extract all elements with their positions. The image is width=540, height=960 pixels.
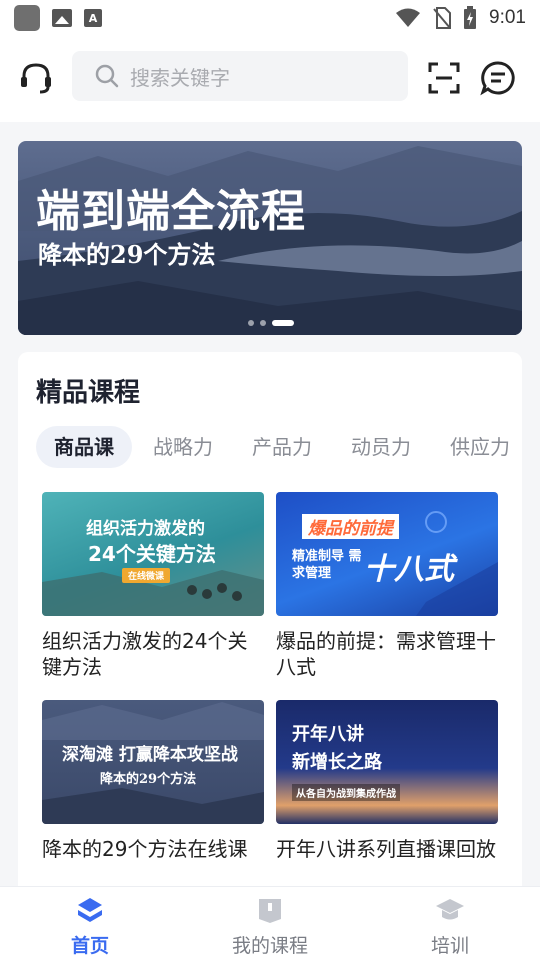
thumb-line2: 精准制导 需求管理 (292, 549, 362, 581)
search-placeholder: 搜索关键字 (130, 65, 230, 90)
home-icon (78, 898, 102, 922)
font-notification-icon: A (84, 9, 102, 27)
pagination-dot[interactable] (248, 320, 254, 326)
thumb-line2: 新增长之路 (292, 752, 382, 773)
thumb-line1: 开年八讲 (292, 724, 364, 745)
thumb-line1: 爆品的前提 (302, 514, 399, 539)
search-icon (95, 64, 119, 88)
course-thumbnail: 开年八讲 新增长之路 从各自为战到集成作战 (276, 700, 498, 824)
message-icon[interactable] (478, 58, 518, 98)
tab-mobilization[interactable]: 动员力 (351, 426, 411, 468)
status-right-icons: 9:01 (395, 6, 526, 30)
course-thumbnail: 组织活力激发的 24个关键方法 在线微课 (42, 492, 264, 616)
no-sim-icon (433, 7, 452, 29)
thumb-line1: 组织活力激发的 (86, 519, 205, 539)
tab-label: 首页 (70, 935, 109, 957)
course-card[interactable]: 爆品的前提 精准制导 需求管理 十八式 爆品的前提：需求管理十八式 (276, 492, 498, 680)
tab-training[interactable]: 培训 (360, 895, 540, 958)
tab-product-course[interactable]: 商品课 (36, 426, 132, 468)
pagination-dot[interactable] (260, 320, 266, 326)
course-card[interactable]: 开年八讲 新增长之路 从各自为战到集成作战 开年八讲系列直播课回放 (276, 700, 498, 862)
tab-supply[interactable]: 供应力 (450, 426, 510, 468)
graduation-cap-icon (436, 899, 464, 920)
pagination-dot-active[interactable] (272, 320, 294, 326)
status-left-icons: A (14, 5, 102, 31)
banner-subtitle: 降本的29个方法 (38, 240, 216, 269)
battery-icon (464, 6, 477, 29)
customer-service-icon[interactable] (16, 58, 56, 98)
course-title: 爆品的前提：需求管理十八式 (276, 629, 496, 679)
tab-label: 培训 (430, 935, 469, 957)
search-input[interactable]: 搜索关键字 (72, 51, 408, 101)
top-header: 搜索关键字 (0, 36, 540, 122)
course-title: 降本的29个方法在线课 (42, 837, 248, 861)
thumb-tag: 在线微课 (122, 568, 171, 583)
scan-icon[interactable] (424, 58, 464, 98)
status-bar: A 9:01 (0, 0, 540, 36)
thumb-line2: 降本的29个方法 (100, 772, 197, 787)
banner-pagination (248, 320, 294, 326)
thumb-line2: 24个关键方法 (88, 542, 216, 566)
course-thumbnail: 深淘滩 打赢降本攻坚战 降本的29个方法 (42, 700, 264, 824)
course-card[interactable]: 组织活力激发的 24个关键方法 在线微课 组织活力激发的24个关键方法 (42, 492, 264, 680)
category-tabs: 商品课 战略力 产品力 动员力 供应力 (36, 426, 522, 468)
premium-courses-card: 精品课程 商品课 战略力 产品力 动员力 供应力 组织活力激发的 24个关键方法… (18, 352, 522, 912)
tab-home[interactable]: 首页 (0, 895, 180, 958)
status-time: 9:01 (489, 7, 526, 28)
tab-my-courses[interactable]: 我的课程 (180, 895, 360, 958)
tab-label: 我的课程 (231, 935, 308, 957)
book-icon (259, 899, 281, 923)
promo-banner[interactable]: 端到端全流程 降本的29个方法 (18, 141, 522, 335)
course-card[interactable]: 深淘滩 打赢降本攻坚战 降本的29个方法 降本的29个方法在线课 (42, 700, 264, 862)
bottom-tab-bar: 首页 我的课程 培训 (0, 886, 540, 960)
banner-title: 端到端全流程 (36, 186, 306, 237)
thumb-line1: 深淘滩 打赢降本攻坚战 (62, 745, 238, 765)
wifi-icon (396, 8, 421, 27)
tab-product[interactable]: 产品力 (252, 426, 312, 468)
course-title: 开年八讲系列直播课回放 (276, 837, 496, 861)
image-notification-icon (52, 9, 72, 27)
course-title: 组织活力激发的24个关键方法 (42, 629, 248, 679)
course-thumbnail: 爆品的前提 精准制导 需求管理 十八式 (276, 492, 498, 616)
thumb-big-text: 十八式 (364, 552, 454, 587)
tab-strategy[interactable]: 战略力 (153, 426, 213, 468)
section-title: 精品课程 (36, 378, 141, 408)
app-notification-icon (14, 5, 40, 31)
thumb-line3: 从各自为战到集成作战 (292, 784, 400, 801)
